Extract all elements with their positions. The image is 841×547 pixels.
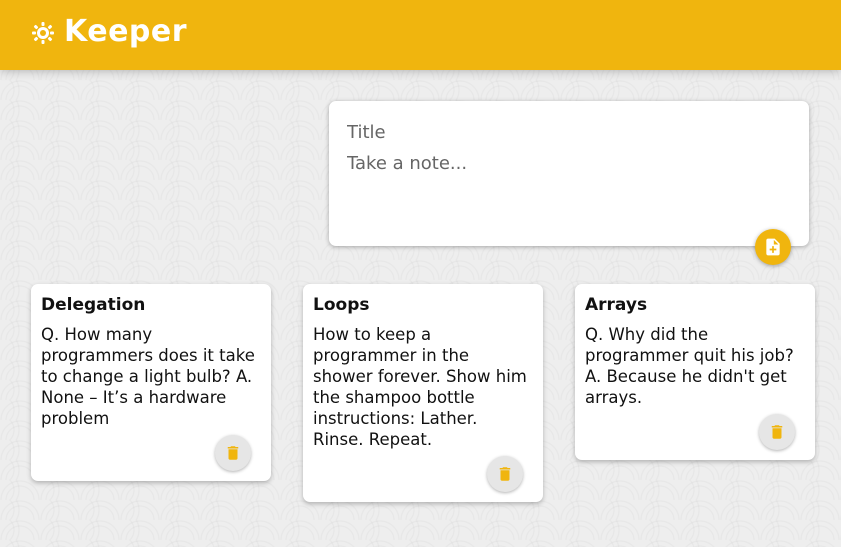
note-content: Q. Why did the programmer quit his job? … bbox=[585, 325, 794, 407]
trash-icon bbox=[768, 423, 786, 441]
note-title: Delegation bbox=[41, 295, 146, 315]
lightbulb-icon bbox=[31, 21, 55, 45]
note-card: Delegation Q. How many programmers does … bbox=[31, 284, 271, 481]
note-content: How to keep a programmer in the shower f… bbox=[313, 325, 527, 449]
add-note-button[interactable] bbox=[755, 229, 791, 265]
note-card: Arrays Q. Why did the programmer quit hi… bbox=[575, 284, 815, 460]
note-title: Arrays bbox=[585, 295, 648, 315]
delete-note-button[interactable] bbox=[759, 414, 795, 450]
note-add-icon bbox=[763, 237, 783, 257]
app-header: Keeper bbox=[0, 0, 841, 70]
note-content: Q. How many programmers does it take to … bbox=[41, 325, 255, 428]
note-card: Loops How to keep a programmer in the sh… bbox=[303, 284, 543, 502]
note-title-input[interactable] bbox=[347, 122, 787, 143]
delete-note-button[interactable] bbox=[215, 435, 251, 471]
trash-icon bbox=[496, 465, 514, 483]
create-note-form bbox=[329, 101, 809, 246]
trash-icon bbox=[224, 444, 242, 462]
note-content-input[interactable] bbox=[347, 153, 787, 213]
delete-note-button[interactable] bbox=[487, 456, 523, 492]
app-title: Keeper bbox=[64, 14, 188, 49]
note-title: Loops bbox=[313, 295, 370, 315]
